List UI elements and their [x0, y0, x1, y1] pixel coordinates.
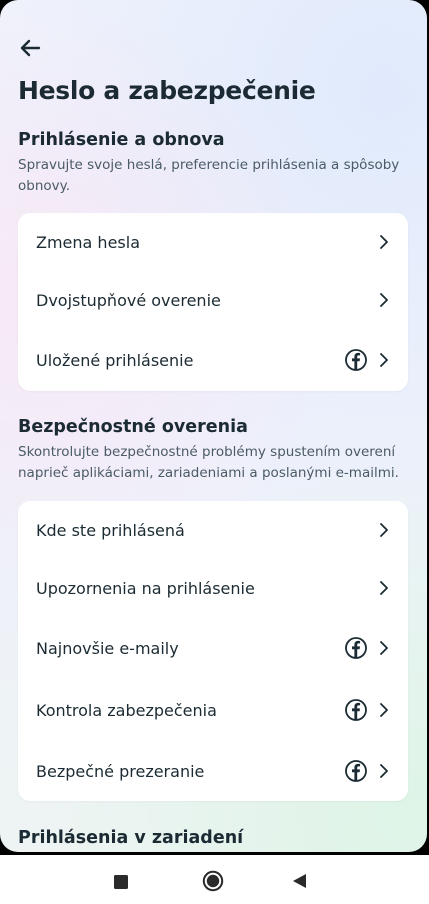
card-login-recovery: Zmena hesla Dvojstupňové overenie Uložen…	[18, 213, 408, 391]
facebook-icon	[344, 759, 368, 783]
section-title-device-logins: Prihlásenia v zariadení	[18, 828, 244, 848]
row-where-logged-in[interactable]: Kde ste prihlásená	[18, 501, 408, 559]
facebook-icon	[344, 348, 368, 372]
back-button[interactable]	[16, 34, 44, 62]
triangle-back-icon[interactable]	[292, 873, 307, 893]
facebook-icon	[344, 698, 368, 722]
section-description-security-checks: Skontrolujte bezpečnostné problémy spust…	[18, 444, 399, 481]
row-change-password[interactable]: Zmena hesla	[18, 213, 408, 271]
section-description-login-recovery: Spravujte svoje heslá, preferencie prihl…	[18, 157, 400, 194]
row-login-alerts[interactable]: Upozornenia na prihlásenie	[18, 559, 408, 617]
chevron-right-icon	[378, 353, 390, 367]
chevron-right-icon	[378, 293, 390, 307]
row-label: Kontrola zabezpečenia	[36, 700, 217, 720]
system-navigation-bar	[0, 855, 429, 904]
chevron-right-icon	[378, 581, 390, 595]
row-label: Uložené prihlásenie	[36, 350, 194, 370]
section-title-security-checks: Bezpečnostné overenia	[18, 417, 248, 437]
facebook-icon	[344, 636, 368, 660]
arrow-left-icon	[20, 39, 41, 57]
circle-icon[interactable]	[202, 870, 224, 896]
chevron-right-icon	[378, 523, 390, 537]
row-safe-browsing[interactable]: Bezpečné prezeranie	[18, 741, 408, 801]
row-label: Zmena hesla	[36, 232, 140, 252]
square-icon[interactable]	[114, 874, 128, 893]
row-two-factor-auth[interactable]: Dvojstupňové overenie	[18, 271, 408, 329]
section-title-login-recovery: Prihlásenie a obnova	[18, 130, 225, 150]
chevron-right-icon	[378, 703, 390, 717]
row-label: Kde ste prihlásená	[36, 520, 185, 540]
row-saved-login[interactable]: Uložené prihlásenie	[18, 329, 408, 391]
row-recent-emails[interactable]: Najnovšie e-maily	[18, 617, 408, 679]
row-label: Upozornenia na prihlásenie	[36, 578, 255, 598]
chevron-right-icon	[378, 235, 390, 249]
row-label: Bezpečné prezeranie	[36, 761, 205, 781]
chevron-right-icon	[378, 764, 390, 778]
row-label: Dvojstupňové overenie	[36, 290, 221, 310]
card-security-checks: Kde ste prihlásená Upozornenia na prihlá…	[18, 501, 408, 801]
row-security-checkup[interactable]: Kontrola zabezpečenia	[18, 679, 408, 741]
page-title: Heslo a zabezpečenie	[18, 76, 316, 105]
row-label: Najnovšie e-maily	[36, 638, 179, 658]
screen: Heslo a zabezpečenie Prihlásenie a obnov…	[0, 0, 427, 852]
chevron-right-icon	[378, 641, 390, 655]
